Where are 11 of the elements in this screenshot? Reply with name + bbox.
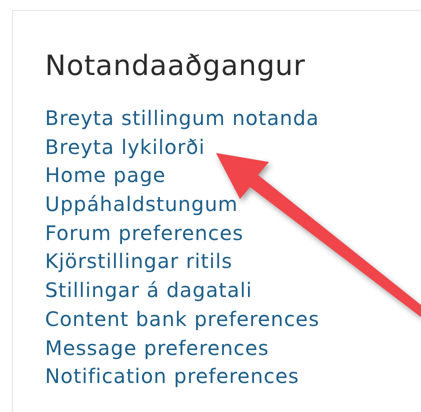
menu-link[interactable]: Home page [45, 163, 166, 188]
card-title: Notandaaðgangur [45, 48, 306, 84]
menu-link[interactable]: Breyta lykilorði [45, 134, 206, 159]
menu-link[interactable]: Forum preferences [45, 220, 244, 245]
menu-link[interactable]: Stillingar á dagatali [45, 278, 252, 302]
menu-link[interactable]: Notification preferences [45, 364, 300, 388]
menu-link[interactable]: Uppáhaldstungum [45, 192, 238, 216]
menu-link[interactable]: Breyta stillingum notanda [45, 106, 320, 130]
menu-link[interactable]: Content bank preferences [45, 306, 320, 331]
menu-link[interactable]: Message preferences [45, 336, 270, 360]
menu-link[interactable]: Kjörstillingar ritils [45, 249, 233, 274]
